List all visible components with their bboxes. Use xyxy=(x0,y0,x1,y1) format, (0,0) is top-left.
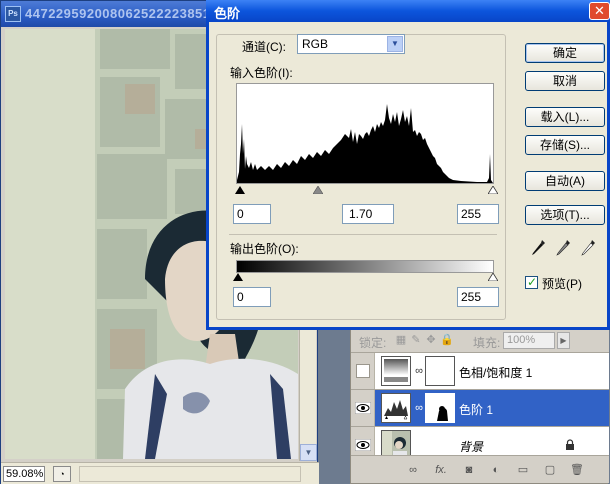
visibility-toggle-off[interactable] xyxy=(356,364,370,378)
output-white-field[interactable]: 255 xyxy=(457,287,499,307)
layer-name: 色相/饱和度 1 xyxy=(459,366,533,380)
document-status-bar: 59.08% ◔ xyxy=(1,462,319,484)
output-black-field[interactable]: 0 xyxy=(233,287,271,307)
link-chain-icon[interactable]: ∞ xyxy=(415,400,423,416)
input-black-field[interactable]: 0 xyxy=(233,204,271,224)
histogram-graph xyxy=(237,104,493,183)
visibility-cell[interactable] xyxy=(351,353,375,390)
layer-name: 色阶 1 xyxy=(459,403,494,417)
preview-checkbox[interactable]: ✓ xyxy=(525,275,538,289)
adjustment-layer-icon[interactable]: ◐ xyxy=(488,463,504,477)
mask-thumbnail[interactable] xyxy=(425,356,455,386)
zoom-level-field[interactable]: 59.08% xyxy=(3,466,45,482)
eye-icon[interactable] xyxy=(355,439,371,451)
output-white-slider-icon[interactable] xyxy=(488,273,498,281)
lock-label: 锁定: xyxy=(359,336,387,350)
link-layers-icon[interactable]: ∞ xyxy=(405,463,421,477)
lock-brush-icon[interactable]: ✎ xyxy=(410,334,422,346)
input-levels-label: 输入色阶(I): xyxy=(230,66,293,80)
scroll-down-arrow-icon[interactable]: ▼ xyxy=(300,444,317,461)
adjustment-thumbnail xyxy=(381,393,411,423)
layer-name: 背景 xyxy=(459,440,484,454)
layers-footer: ∞ fx. ◙ ◐ ▭ ▢ 🗑 xyxy=(351,455,609,483)
input-white-field[interactable]: 255 xyxy=(457,204,499,224)
eye-icon[interactable] xyxy=(355,402,371,414)
load-button[interactable]: 载入(L)... xyxy=(525,107,605,127)
horizontal-scrollbar[interactable] xyxy=(79,466,301,482)
checkmark-icon: ✓ xyxy=(527,275,538,289)
lock-row: 锁定: ▦ ✎ ✥ 🔒 填充: 100% ▶ xyxy=(351,328,609,352)
photoshop-icon: Ps xyxy=(5,6,21,22)
output-black-slider-icon[interactable] xyxy=(233,273,243,281)
lock-move-icon[interactable]: ✥ xyxy=(425,334,437,346)
status-menu-icon[interactable]: ◔ xyxy=(53,466,71,482)
output-levels-label: 输出色阶(O): xyxy=(230,242,299,256)
channel-label: 通道(C): xyxy=(242,40,286,54)
lock-icon xyxy=(566,439,574,450)
dialog-title-bar[interactable]: 色阶 ✕ xyxy=(206,0,610,22)
input-white-slider-icon[interactable] xyxy=(488,186,498,194)
input-black-slider-icon[interactable] xyxy=(235,186,245,194)
delete-layer-icon[interactable]: 🗑 xyxy=(569,463,585,477)
link-chain-icon[interactable]: ∞ xyxy=(415,363,423,379)
adjustment-thumbnail xyxy=(381,356,411,386)
new-group-icon[interactable]: ▭ xyxy=(515,463,531,477)
gray-eyedropper-icon[interactable] xyxy=(554,238,572,258)
fill-label: 填充: xyxy=(473,336,501,350)
fill-value-field[interactable]: 100% xyxy=(503,332,555,349)
output-gradient-bar xyxy=(236,260,494,273)
new-layer-icon[interactable]: ▢ xyxy=(542,463,558,477)
layer-row-levels[interactable]: ∞ 色阶 1 xyxy=(351,389,609,427)
channel-value: RGB xyxy=(302,37,329,51)
preview-label: 预览(P) xyxy=(542,277,582,291)
options-button[interactable]: 选项(T)... xyxy=(525,205,605,225)
channel-select[interactable]: RGB ▼ xyxy=(297,34,405,54)
lock-all-icon[interactable]: 🔒 xyxy=(440,334,454,346)
close-icon[interactable]: ✕ xyxy=(589,2,610,20)
levels-dialog: 色阶 ✕ 通道(C): RGB ▼ 输入色阶(I): 0 1.70 255 输出… xyxy=(206,0,610,330)
chevron-down-icon[interactable]: ▼ xyxy=(387,36,403,52)
visibility-cell[interactable] xyxy=(351,390,375,427)
add-mask-icon[interactable]: ◙ xyxy=(461,463,477,477)
ok-button[interactable]: 确定 xyxy=(525,43,605,63)
layer-row-hue-saturation[interactable]: ∞ 色相/饱和度 1 xyxy=(351,352,609,390)
black-eyedropper-icon[interactable] xyxy=(529,238,547,258)
histogram xyxy=(236,83,494,184)
layers-panel: 锁定: ▦ ✎ ✥ 🔒 填充: 100% ▶ ∞ 色相/饱和度 1 ∞ 色阶 1… xyxy=(350,325,609,484)
white-eyedropper-icon[interactable] xyxy=(579,238,597,258)
cancel-button[interactable]: 取消 xyxy=(525,71,605,91)
dialog-title: 色阶 xyxy=(214,6,241,21)
mask-thumbnail[interactable] xyxy=(425,393,455,423)
app-root: Ps 447229592008062522223851 ▼ 59.08% ◔ 锁… xyxy=(0,0,610,484)
input-gamma-field[interactable]: 1.70 xyxy=(342,204,394,224)
input-gamma-slider-icon[interactable] xyxy=(313,186,323,194)
document-title: 447229592008062522223851 xyxy=(25,6,211,21)
lock-transparent-icon[interactable]: ▦ xyxy=(395,334,407,346)
divider xyxy=(229,234,497,235)
fx-icon[interactable]: fx. xyxy=(433,463,449,477)
fill-arrow-icon[interactable]: ▶ xyxy=(557,332,570,349)
auto-button[interactable]: 自动(A) xyxy=(525,171,605,191)
save-button[interactable]: 存储(S)... xyxy=(525,135,605,155)
